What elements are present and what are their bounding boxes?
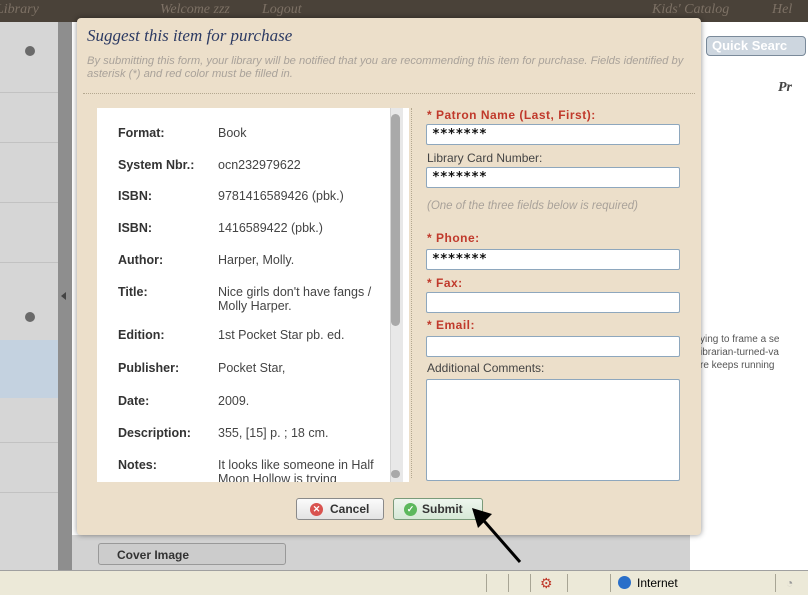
dotted-divider	[83, 93, 695, 94]
info-label: Publisher:	[118, 361, 180, 375]
info-label: ISBN:	[118, 221, 153, 235]
info-label: Format:	[118, 126, 165, 140]
submit-button-label: Submit	[422, 502, 463, 516]
cancel-button-label: Cancel	[330, 502, 370, 516]
sidebar-divider	[0, 442, 58, 443]
sidebar-divider	[0, 202, 58, 203]
patron-name-input[interactable]: *******	[426, 124, 680, 145]
kids-catalog-link[interactable]: Kids' Catalog	[652, 2, 729, 18]
fax-label: * Fax:	[427, 276, 463, 290]
collapse-arrow-icon[interactable]	[61, 292, 66, 300]
submit-check-icon: ✓	[404, 503, 417, 516]
info-scrollbar-end[interactable]	[391, 470, 400, 478]
sidebar-selected-item[interactable]	[0, 340, 58, 398]
info-label: Notes:	[118, 458, 157, 472]
dialog-description: By submitting this form, your library wi…	[87, 55, 684, 80]
welcome-text: Welcome zzz	[160, 2, 230, 17]
fax-input[interactable]	[426, 292, 680, 313]
browser-status-bar: ⚙ Internet ◔	[0, 570, 808, 595]
info-value: 1st Pocket Star pb. ed.	[218, 328, 345, 342]
info-label: Description:	[118, 426, 191, 440]
description-snippet-line: re keeps running	[700, 360, 775, 371]
zoom-icon[interactable]: ◔	[786, 576, 793, 590]
right-section-heading: Pr	[778, 80, 792, 95]
info-value: Book	[218, 126, 247, 140]
settings-gear-icon[interactable]	[25, 312, 35, 322]
info-label: System Nbr.:	[118, 158, 195, 172]
dialog-title: Suggest this item for purchase	[87, 26, 293, 45]
dotted-divider	[411, 108, 412, 478]
phone-label: * Phone:	[427, 231, 480, 245]
globe-icon	[618, 576, 631, 589]
comments-textarea[interactable]	[426, 379, 680, 481]
security-zone-text: Internet	[637, 576, 678, 590]
info-value: 2009.	[218, 394, 250, 408]
info-label: Author:	[118, 253, 164, 267]
comments-label: Additional Comments:	[427, 361, 545, 375]
help-link[interactable]: Hel	[772, 2, 792, 18]
info-value: 9781416589426 (pbk.)	[218, 189, 344, 203]
status-separator	[567, 574, 568, 592]
patron-name-label: * Patron Name (Last, First):	[427, 108, 596, 122]
settings-gear-icon[interactable]	[25, 46, 35, 56]
info-label: ISBN:	[118, 189, 153, 203]
panel-splitter[interactable]	[58, 22, 72, 570]
cancel-button[interactable]: ✕ Cancel	[296, 498, 384, 520]
library-card-input[interactable]: *******	[426, 167, 680, 188]
sidebar-divider	[0, 92, 58, 93]
lock-icon: ⚙	[540, 575, 553, 591]
phone-input[interactable]: *******	[426, 249, 680, 270]
info-scrollbar-thumb[interactable]	[391, 114, 400, 326]
suggest-purchase-dialog: Suggest this item for purchase By submit…	[77, 18, 701, 535]
status-separator	[775, 574, 776, 592]
info-label: Date:	[118, 394, 150, 408]
info-value: Harper, Molly.	[218, 253, 295, 267]
info-label: Title:	[118, 285, 148, 299]
sidebar-divider	[0, 262, 58, 263]
info-value: 1416589422 (pbk.)	[218, 221, 323, 235]
right-content-panel	[690, 22, 808, 570]
sidebar-divider	[0, 142, 58, 143]
status-separator	[530, 574, 531, 592]
left-sidebar	[0, 22, 58, 570]
status-separator	[486, 574, 487, 592]
logout-link[interactable]: Logout	[262, 2, 302, 18]
email-input[interactable]	[426, 336, 680, 357]
cancel-x-icon: ✕	[310, 503, 323, 516]
sidebar-divider	[0, 492, 58, 493]
quick-search-button[interactable]: Quick Searc	[706, 36, 806, 56]
email-label: * Email:	[427, 318, 476, 332]
info-value: Pocket Star,	[218, 361, 286, 375]
description-snippet-line: ibrarian-turned-va	[700, 347, 779, 358]
info-value: ocn232979622	[218, 158, 301, 172]
status-separator	[508, 574, 509, 592]
library-logo-text[interactable]: Library	[0, 2, 39, 18]
item-info-panel: Format: Book System Nbr.: ocn232979622 I…	[97, 108, 409, 482]
description-snippet-line: ying to frame a se	[700, 334, 780, 345]
cover-image-button[interactable]: Cover Image	[98, 543, 286, 565]
status-separator	[610, 574, 611, 592]
info-label: Edition:	[118, 328, 165, 342]
info-value: Nice girls don't have fangs / Molly Harp…	[218, 285, 372, 313]
mouse-pointer-icon	[472, 508, 522, 563]
info-value: It looks like someone in Half Moon Hollo…	[218, 458, 374, 482]
library-card-label: Library Card Number:	[427, 151, 543, 165]
required-note: (One of the three fields below is requir…	[427, 200, 638, 212]
info-value: 355, [15] p. ; 18 cm.	[218, 426, 329, 440]
